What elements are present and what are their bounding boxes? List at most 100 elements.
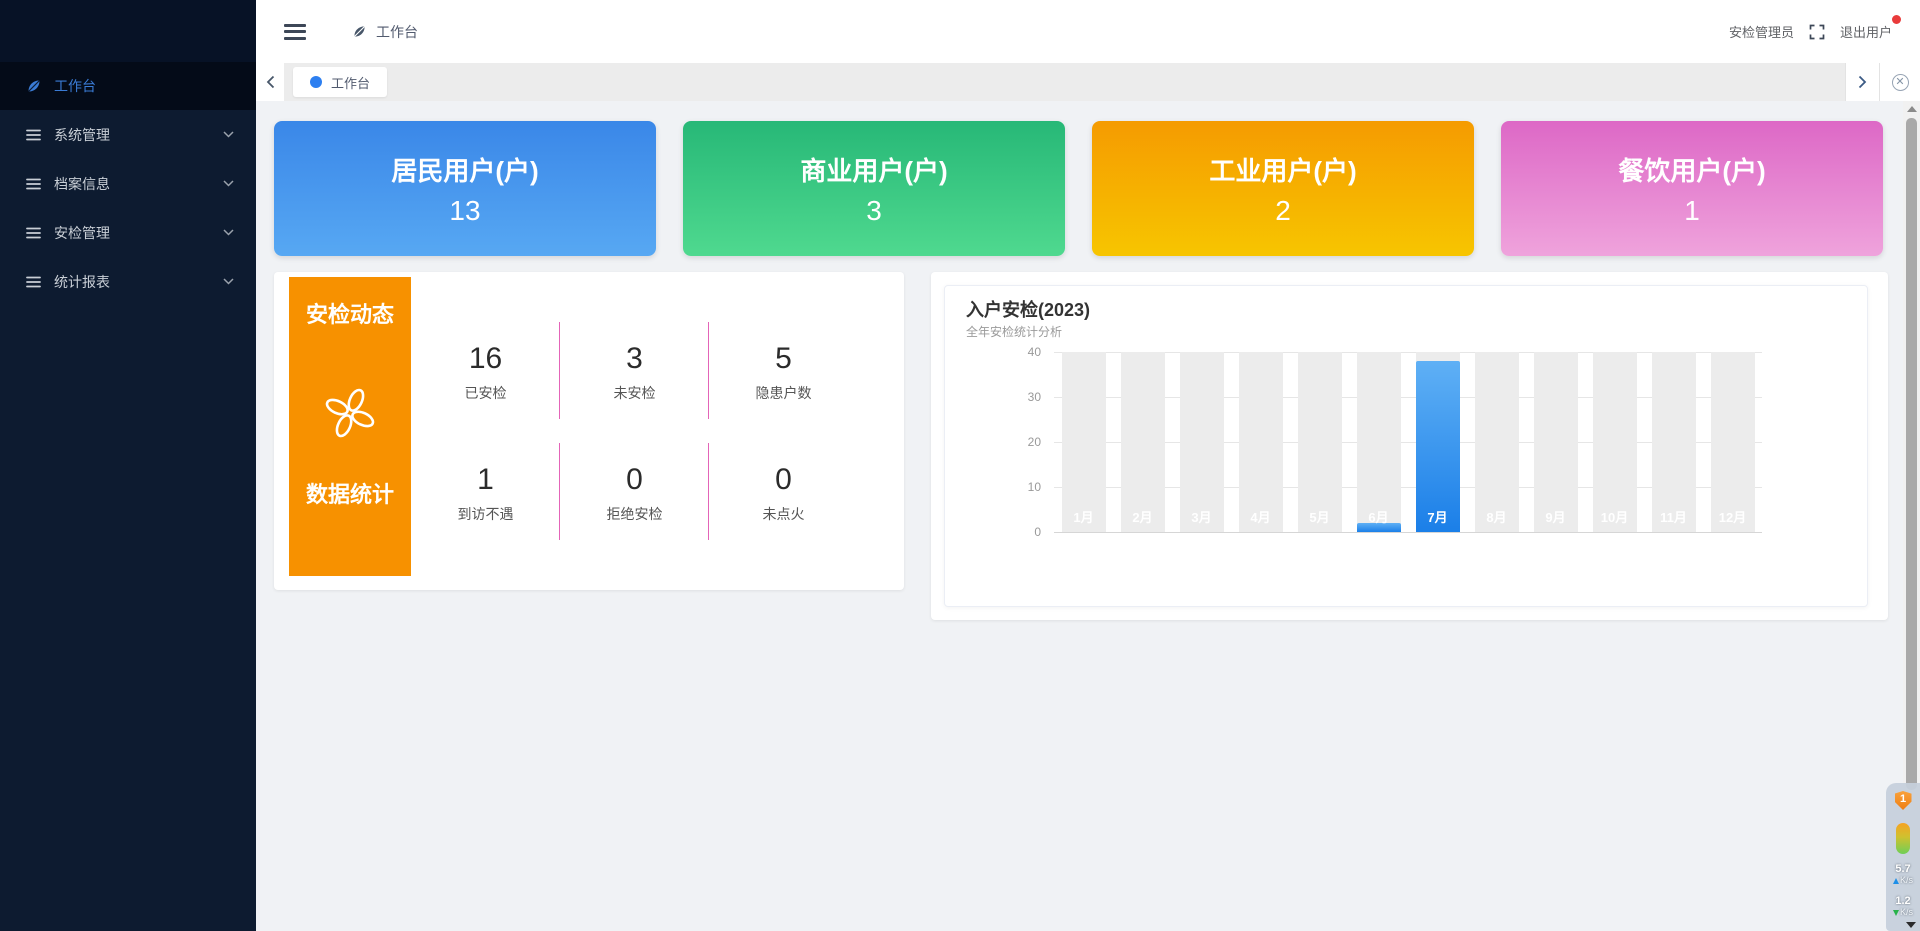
chart-subtitle: 全年安检统计分析 bbox=[966, 323, 1062, 340]
stat-value: 0 bbox=[626, 463, 643, 497]
list-icon bbox=[26, 225, 42, 241]
sidebar-item-label: 档案信息 bbox=[54, 174, 110, 194]
chart-bar-slot: 10月 bbox=[1585, 352, 1644, 532]
menu-collapse-button[interactable] bbox=[284, 24, 306, 40]
logout-button[interactable]: 退出用户 bbox=[1840, 22, 1892, 41]
upload-speed-value: 5.7 bbox=[1893, 864, 1913, 875]
y-axis-tick: 40 bbox=[1028, 345, 1041, 359]
stat-label: 未安检 bbox=[614, 383, 656, 403]
bar-month-label: 9月 bbox=[1526, 507, 1585, 526]
bar-background bbox=[1475, 352, 1519, 532]
breadcrumb-label: 工作台 bbox=[376, 22, 418, 42]
download-speed: 1.2 K/s bbox=[1893, 896, 1913, 918]
bar-chart: 010203040 1月 2月 3月 4月 5月 6月 7月 8月 9月 bbox=[1054, 352, 1762, 532]
chart-bar-slot: 11月 bbox=[1644, 352, 1703, 532]
download-speed-value: 1.2 bbox=[1893, 896, 1913, 907]
scrollbar-up-arrow[interactable] bbox=[1907, 106, 1917, 112]
upload-speed: 5.7 K/s bbox=[1893, 864, 1913, 886]
widget-expand-icon[interactable] bbox=[1906, 922, 1916, 928]
tab-bar: 工作台 ✕ bbox=[256, 63, 1920, 101]
stat-label: 到访不遇 bbox=[458, 504, 514, 524]
stat-cell: 0 未点火 bbox=[709, 433, 858, 554]
sidebar-item-label: 安检管理 bbox=[54, 223, 110, 243]
sidebar-item-3[interactable]: 安检管理 bbox=[0, 208, 256, 257]
sidebar-item-label: 工作台 bbox=[54, 76, 96, 96]
tabs-scroll-right-button[interactable] bbox=[1845, 63, 1879, 101]
chart-bar-slot: 7月 bbox=[1408, 352, 1467, 532]
chevron-down-icon bbox=[223, 180, 234, 187]
upload-arrow-icon bbox=[1893, 878, 1899, 884]
chart-bar-slot: 8月 bbox=[1467, 352, 1526, 532]
gridline bbox=[1054, 532, 1762, 533]
sidebar-logo-area bbox=[0, 0, 256, 62]
bar-background bbox=[1357, 352, 1401, 532]
sidebar-item-2[interactable]: 档案信息 bbox=[0, 159, 256, 208]
bar-month-label: 3月 bbox=[1172, 507, 1231, 526]
traffic-gauge-icon bbox=[1896, 823, 1910, 854]
bar-month-label: 11月 bbox=[1644, 507, 1703, 526]
bar-background bbox=[1711, 352, 1755, 532]
stats-banner: 安检动态 数据统计 bbox=[289, 277, 411, 576]
summary-card-value: 13 bbox=[449, 195, 480, 227]
chart-bar-slot: 9月 bbox=[1526, 352, 1585, 532]
network-speed-widget[interactable]: 1 5.7 K/s 1.2 K/s bbox=[1886, 783, 1920, 931]
close-tabs-button[interactable]: ✕ bbox=[1879, 63, 1920, 101]
scrollbar-thumb[interactable] bbox=[1906, 118, 1917, 790]
fullscreen-icon[interactable] bbox=[1809, 24, 1825, 40]
chevron-right-icon bbox=[1858, 75, 1867, 89]
bar-background bbox=[1180, 352, 1224, 532]
stat-value: 5 bbox=[775, 342, 792, 376]
summary-card-value: 3 bbox=[866, 195, 882, 227]
bar-background bbox=[1298, 352, 1342, 532]
summary-card-title: 居民用户(户) bbox=[391, 151, 538, 188]
chevron-down-icon bbox=[223, 278, 234, 285]
leaf-icon bbox=[26, 78, 42, 94]
y-axis-tick: 30 bbox=[1028, 390, 1041, 404]
notification-dot bbox=[1892, 15, 1901, 24]
sidebar-item-label: 统计报表 bbox=[54, 272, 110, 292]
tab-label: 工作台 bbox=[331, 73, 370, 92]
stats-grid: 16 已安检 3 未安检 5 隐患户数 1 到访不遇 0 拒绝安检 0 未点火 bbox=[411, 312, 858, 554]
bar-background bbox=[1062, 352, 1106, 532]
tabbar-spacer bbox=[387, 63, 1845, 101]
tabs-scroll-left-button[interactable] bbox=[256, 63, 284, 101]
breadcrumb: 工作台 bbox=[352, 22, 418, 42]
bar-background bbox=[1239, 352, 1283, 532]
download-unit: K/s bbox=[1900, 907, 1913, 918]
bar-month-label: 2月 bbox=[1113, 507, 1172, 526]
bar-month-label: 8月 bbox=[1467, 507, 1526, 526]
summary-card-value: 1 bbox=[1684, 195, 1700, 227]
y-axis-tick: 20 bbox=[1028, 435, 1041, 449]
top-header: 工作台 安检管理员 退出用户 bbox=[256, 0, 1920, 63]
stat-label: 隐患户数 bbox=[756, 383, 812, 403]
summary-card: 商业用户(户) 3 bbox=[683, 121, 1065, 256]
stat-cell: 0 拒绝安检 bbox=[560, 433, 709, 554]
sidebar-menu: 工作台 系统管理 档案信息 安检管理 统计报表 bbox=[0, 62, 256, 306]
chevron-left-icon bbox=[266, 75, 275, 89]
sidebar-item-4[interactable]: 统计报表 bbox=[0, 257, 256, 306]
chart-bar-slot: 1月 bbox=[1054, 352, 1113, 532]
stat-cell: 16 已安检 bbox=[411, 312, 560, 433]
bar-background bbox=[1652, 352, 1696, 532]
chart-bar-slot: 4月 bbox=[1231, 352, 1290, 532]
tab-workbench[interactable]: 工作台 bbox=[293, 67, 387, 97]
summary-cards-row: 居民用户(户) 13 商业用户(户) 3 工业用户(户) 2 餐饮用户(户) 1 bbox=[274, 121, 1883, 256]
summary-card-title: 商业用户(户) bbox=[800, 151, 947, 188]
chart-box: 入户安检(2023) 全年安检统计分析 010203040 1月 2月 3月 4… bbox=[944, 285, 1868, 607]
sidebar-item-0[interactable]: 工作台 bbox=[0, 62, 256, 110]
pinwheel-icon bbox=[319, 382, 381, 449]
bar-background bbox=[1534, 352, 1578, 532]
bar-month-label: 5月 bbox=[1290, 507, 1349, 526]
sidebar-item-1[interactable]: 系统管理 bbox=[0, 110, 256, 159]
chart-bars: 1月 2月 3月 4月 5月 6月 7月 8月 9月 10月 bbox=[1054, 352, 1762, 532]
stat-value: 0 bbox=[775, 463, 792, 497]
stat-label: 已安检 bbox=[465, 383, 507, 403]
stat-cell: 3 未安检 bbox=[560, 312, 709, 433]
chart-bar-slot: 3月 bbox=[1172, 352, 1231, 532]
bar-month-label: 1月 bbox=[1054, 507, 1113, 526]
stat-value: 16 bbox=[469, 342, 502, 376]
summary-card: 工业用户(户) 2 bbox=[1092, 121, 1474, 256]
leaf-icon bbox=[352, 24, 367, 39]
summary-card-title: 餐饮用户(户) bbox=[1618, 151, 1765, 188]
security-stats-panel: 安检动态 数据统计 16 已安检 3 未安检 5 隐患户数 1 到访不遇 0 拒… bbox=[274, 272, 904, 590]
